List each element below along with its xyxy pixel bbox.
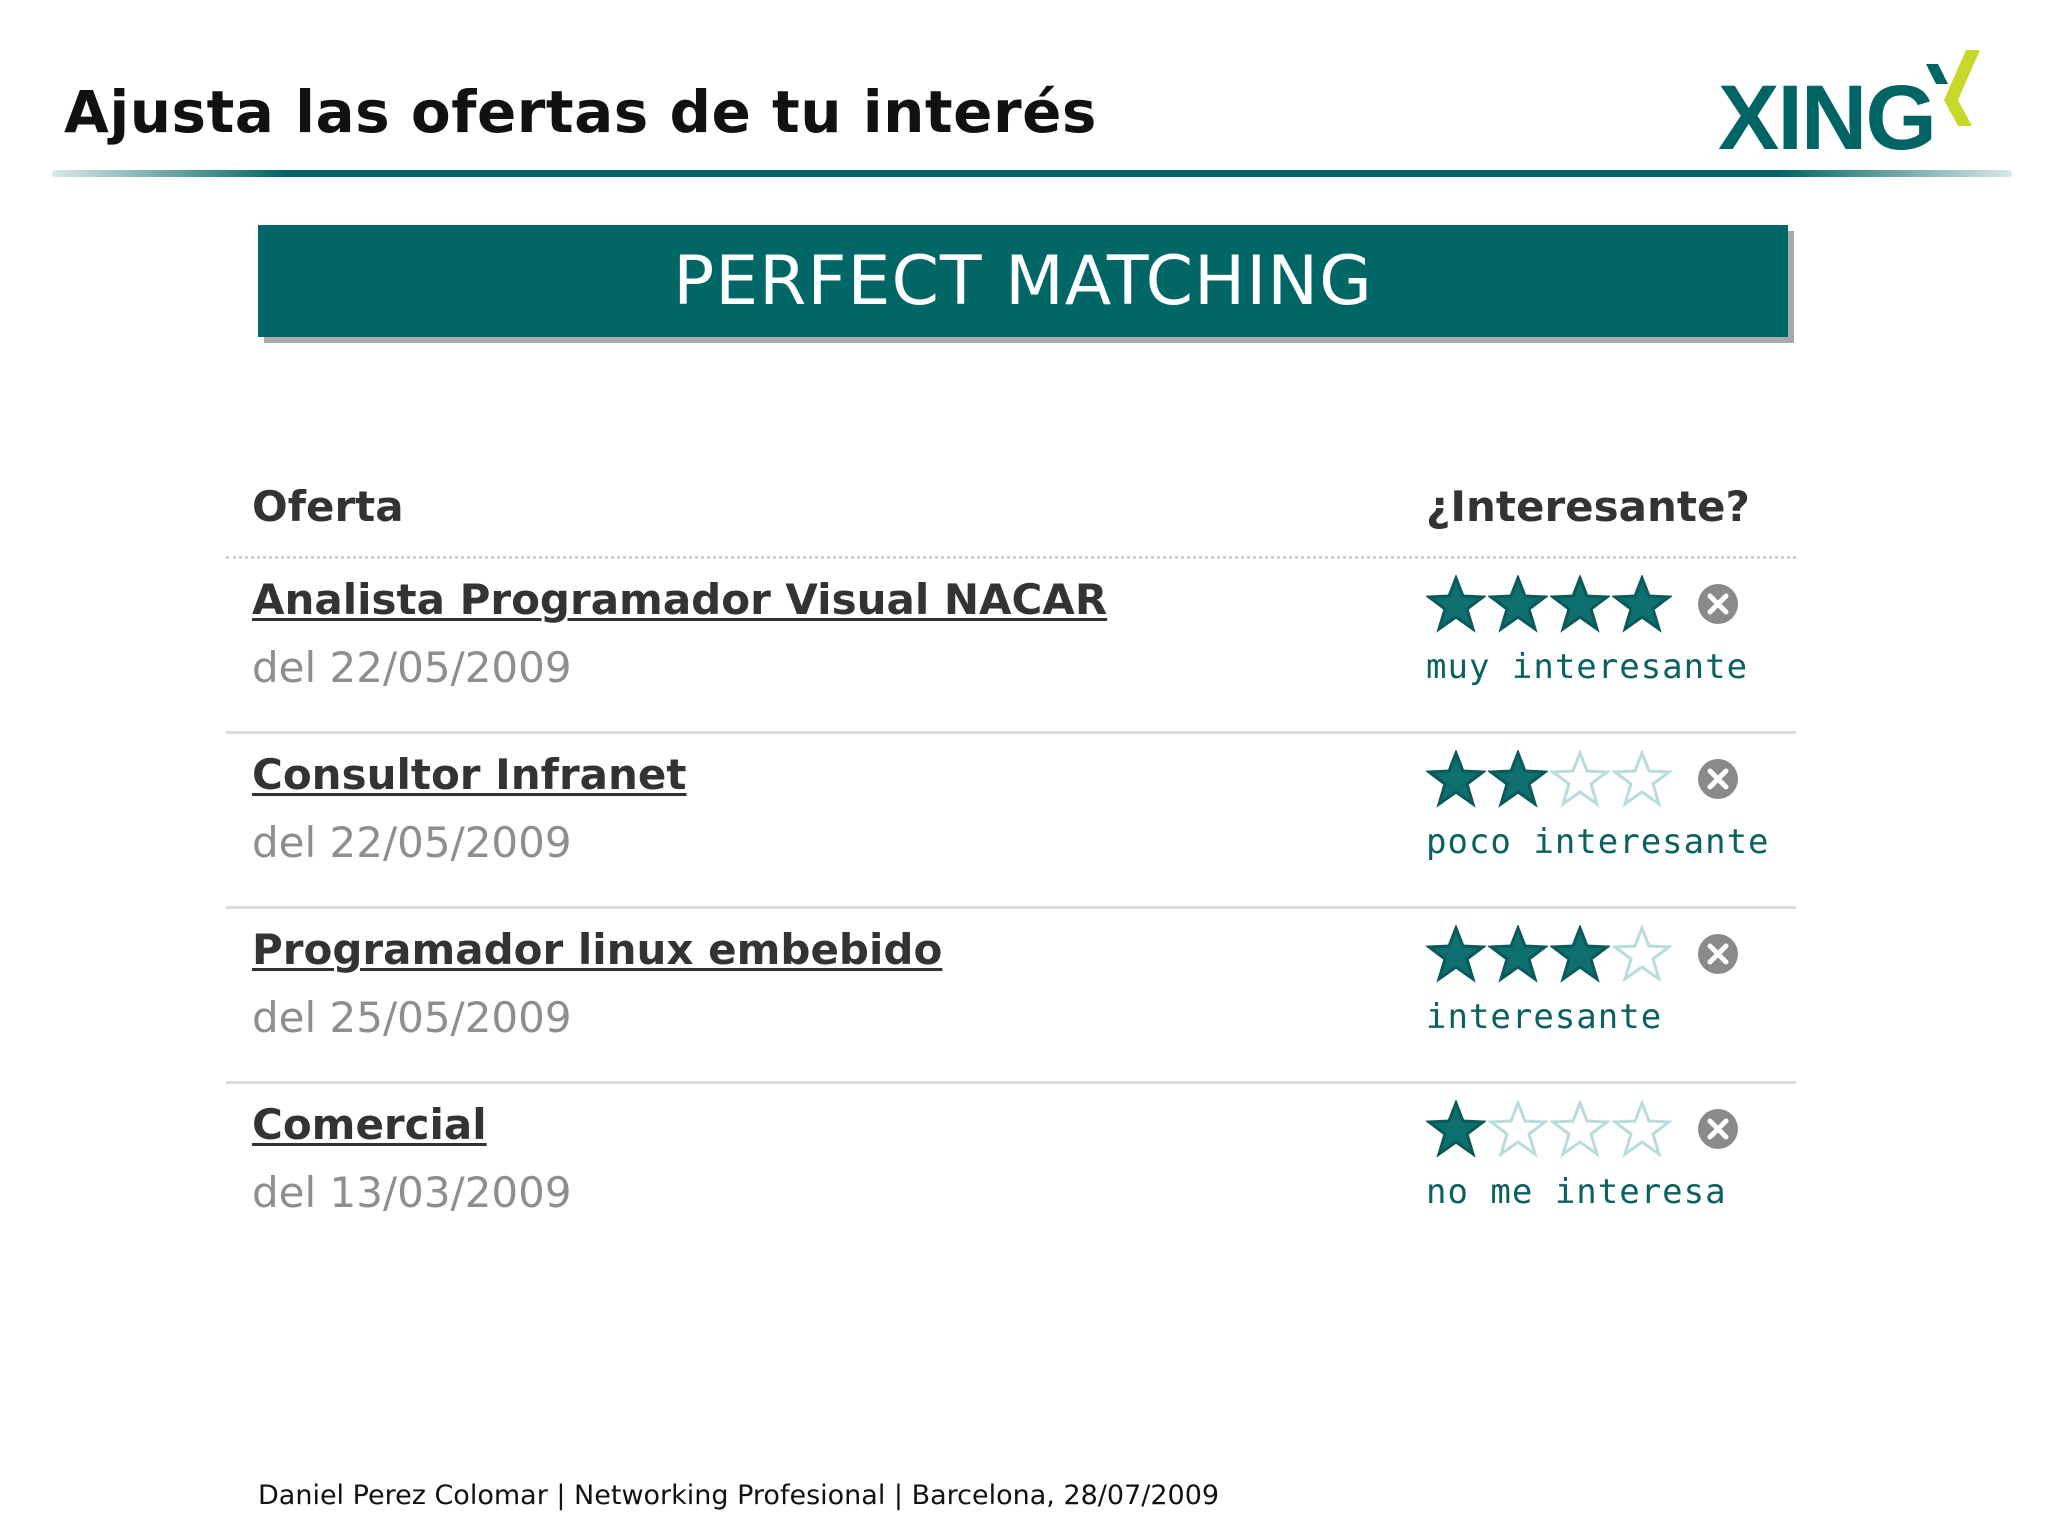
header-offer: Oferta bbox=[252, 482, 404, 531]
star-empty-icon[interactable] bbox=[1550, 1100, 1610, 1158]
banner: PERFECT MATCHING bbox=[258, 225, 1788, 337]
offer-title-link[interactable]: Comercial bbox=[252, 1100, 487, 1149]
star-filled-icon[interactable] bbox=[1426, 575, 1486, 633]
star-filled-icon[interactable] bbox=[1612, 575, 1672, 633]
star-filled-icon[interactable] bbox=[1488, 575, 1548, 633]
rating-label: no me interesa bbox=[1426, 1172, 1727, 1212]
offer-date: del 22/05/2009 bbox=[252, 818, 572, 867]
table-row: Consultor Infranet del 22/05/2009 poco int… bbox=[226, 734, 1796, 909]
footer-text: Daniel Perez Colomar | Networking Profes… bbox=[258, 1480, 1220, 1511]
clear-rating-icon[interactable] bbox=[1696, 932, 1740, 976]
star-empty-icon[interactable] bbox=[1488, 1100, 1548, 1158]
slide-title: Ajusta las ofertas de tu interés bbox=[64, 78, 1097, 146]
star-empty-icon[interactable] bbox=[1612, 925, 1672, 983]
logo-text: XING bbox=[1718, 67, 1937, 169]
clear-rating-icon[interactable] bbox=[1696, 582, 1740, 626]
offer-date: del 13/03/2009 bbox=[252, 1168, 572, 1217]
rating-label: poco interesante bbox=[1426, 822, 1770, 862]
offer-date: del 22/05/2009 bbox=[252, 643, 572, 692]
star-filled-icon[interactable] bbox=[1488, 750, 1548, 808]
star-rating bbox=[1426, 1100, 1740, 1158]
offers-table: Oferta ¿Interesante? Analista Programado… bbox=[226, 470, 1796, 1256]
offer-title-link[interactable]: Programador linux embebido bbox=[252, 925, 942, 974]
star-rating bbox=[1426, 925, 1740, 983]
xing-logo: XING bbox=[1718, 50, 1988, 170]
rating-label: interesante bbox=[1426, 997, 1663, 1037]
table-header: Oferta ¿Interesante? bbox=[226, 470, 1796, 559]
star-filled-icon[interactable] bbox=[1550, 575, 1610, 633]
star-empty-icon[interactable] bbox=[1612, 750, 1672, 808]
star-empty-icon[interactable] bbox=[1612, 1100, 1672, 1158]
star-empty-icon[interactable] bbox=[1550, 750, 1610, 808]
star-filled-icon[interactable] bbox=[1426, 925, 1486, 983]
title-divider bbox=[52, 170, 2012, 177]
star-rating bbox=[1426, 575, 1740, 633]
table-row: Comercial del 13/03/2009 no me interesa bbox=[226, 1084, 1796, 1256]
clear-rating-icon[interactable] bbox=[1696, 1107, 1740, 1151]
offer-title-link[interactable]: Analista Programador Visual NACAR bbox=[252, 575, 1107, 624]
star-filled-icon[interactable] bbox=[1426, 1100, 1486, 1158]
star-rating bbox=[1426, 750, 1740, 808]
star-filled-icon[interactable] bbox=[1550, 925, 1610, 983]
offer-date: del 25/05/2009 bbox=[252, 993, 572, 1042]
star-filled-icon[interactable] bbox=[1426, 750, 1486, 808]
clear-rating-icon[interactable] bbox=[1696, 757, 1740, 801]
rating-label: muy interesante bbox=[1426, 647, 1749, 687]
table-row: Programador linux embebido del 25/05/2009… bbox=[226, 909, 1796, 1084]
banner-text: PERFECT MATCHING bbox=[673, 241, 1373, 321]
star-filled-icon[interactable] bbox=[1488, 925, 1548, 983]
header-interest: ¿Interesante? bbox=[1426, 482, 1750, 531]
xing-mark-icon bbox=[1926, 50, 1980, 126]
offer-title-link[interactable]: Consultor Infranet bbox=[252, 750, 686, 799]
table-row: Analista Programador Visual NACAR del 22/… bbox=[226, 559, 1796, 734]
